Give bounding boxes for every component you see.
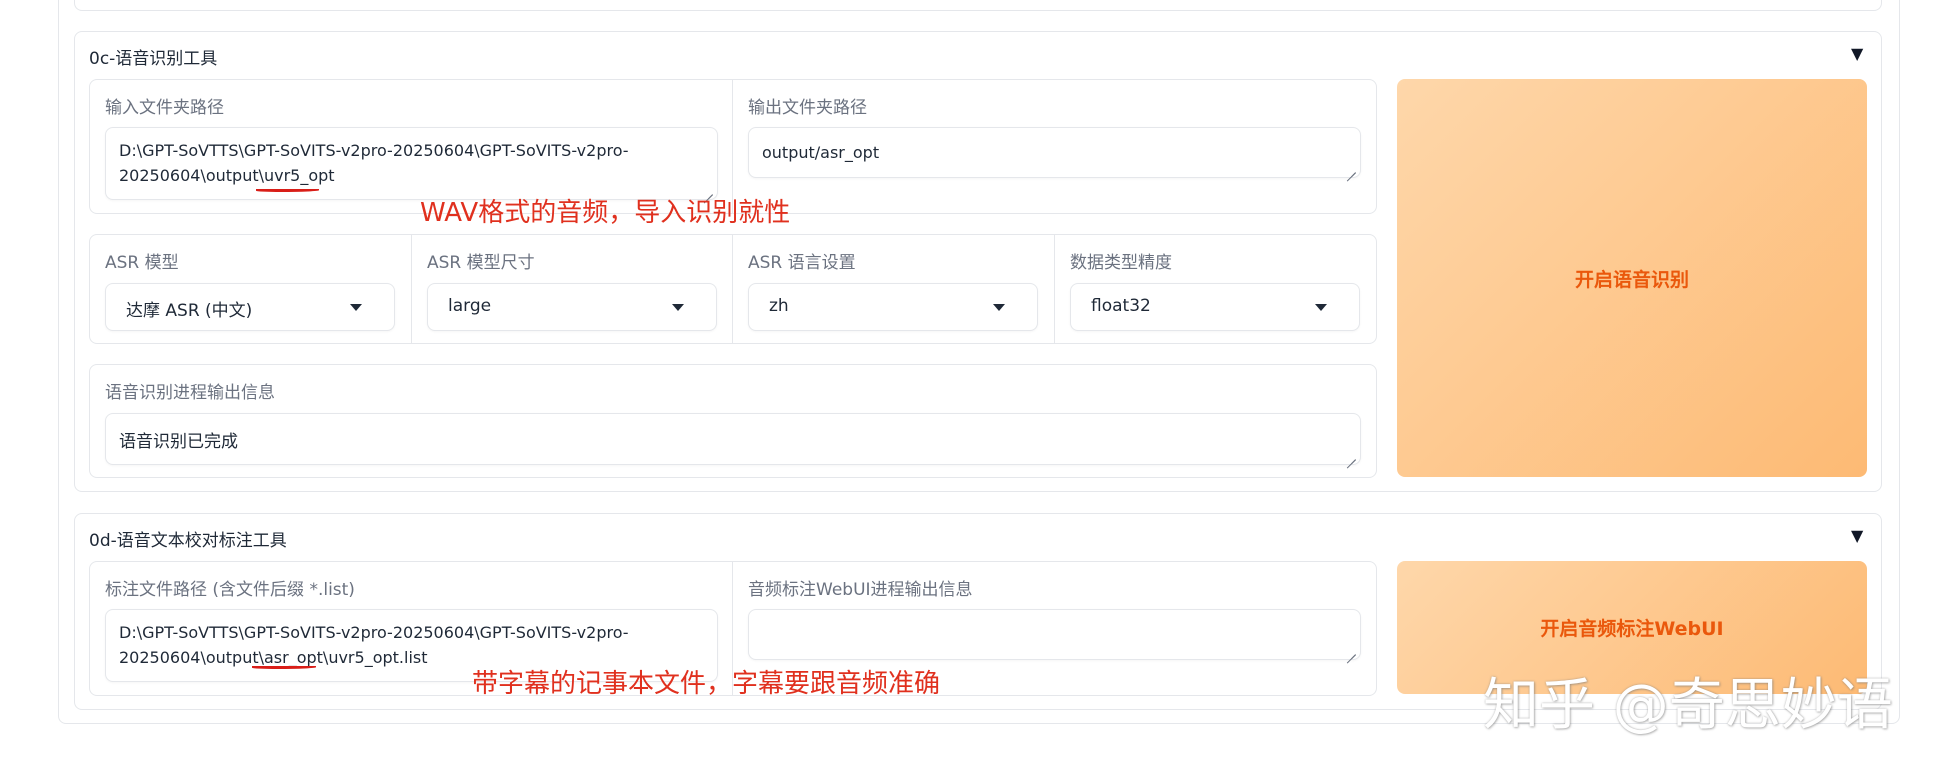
asr-section-title[interactable]: 0c-语音识别工具 (89, 44, 217, 69)
resize-handle-icon[interactable] (1346, 163, 1356, 173)
webui-progress-label: 音频标注WebUI进程输出信息 (748, 580, 973, 600)
asr-size-label: ASR 模型尺寸 (427, 253, 535, 273)
dtype-select[interactable]: float32 (1070, 283, 1360, 331)
asr-model-label: ASR 模型 (105, 253, 179, 273)
output-folder-field[interactable]: output/asr_opt (748, 127, 1361, 178)
output-folder-label: 输出文件夹路径 (748, 98, 867, 118)
asr-model-value: 达摩 ASR (中文) (126, 301, 253, 321)
previous-section-bottom (74, 0, 1882, 11)
dtype-label: 数据类型精度 (1070, 253, 1172, 273)
model-panel-divider (411, 235, 412, 343)
dtype-value: float32 (1091, 296, 1151, 316)
asr-language-label: ASR 语言设置 (748, 253, 856, 273)
resize-handle-icon[interactable] (1346, 450, 1356, 460)
annotation-note-list: 带字幕的记事本文件，字幕要跟音频准确 (472, 669, 941, 699)
asr-language-value: zh (769, 296, 789, 316)
asr-language-select[interactable]: zh (748, 283, 1038, 331)
output-folder-value: output/asr_opt (762, 143, 880, 162)
webui-progress-output[interactable] (748, 609, 1361, 660)
model-panel-divider (732, 235, 733, 343)
chevron-down-icon (1315, 304, 1327, 311)
zhihu-watermark: 知乎 @奇思妙语 (1483, 673, 1893, 738)
chevron-down-icon (350, 304, 362, 311)
chevron-down-icon (672, 304, 684, 311)
start-asr-button[interactable]: 开启语音识别 (1397, 79, 1867, 477)
asr-size-value: large (448, 296, 492, 316)
input-folder-label: 输入文件夹路径 (105, 98, 224, 118)
label-section-title[interactable]: 0d-语音文本校对标注工具 (89, 526, 287, 551)
resize-handle-icon[interactable] (1346, 645, 1356, 655)
annotation-note-wav: WAV格式的音频，导入识别就性 (420, 198, 791, 228)
collapse-caret-icon[interactable]: ▼ (1851, 526, 1863, 545)
asr-progress-output[interactable]: 语音识别已完成 (105, 413, 1361, 465)
asr-progress-label: 语音识别进程输出信息 (105, 383, 275, 403)
asr-model-select[interactable]: 达摩 ASR (中文) (105, 283, 395, 331)
chevron-down-icon (993, 304, 1005, 311)
asr-size-select[interactable]: large (427, 283, 717, 331)
collapse-caret-icon[interactable]: ▼ (1851, 44, 1863, 63)
asr-progress-value: 语音识别已完成 (119, 432, 238, 452)
model-panel-divider (1054, 235, 1055, 343)
input-folder-value: D:\GPT-SoVTTS\GPT-SoVITS-v2pro-20250604\… (119, 141, 629, 185)
list-path-label: 标注文件路径 (含文件后缀 *.list) (105, 580, 355, 600)
input-folder-field[interactable]: D:\GPT-SoVTTS\GPT-SoVITS-v2pro-20250604\… (105, 127, 718, 200)
